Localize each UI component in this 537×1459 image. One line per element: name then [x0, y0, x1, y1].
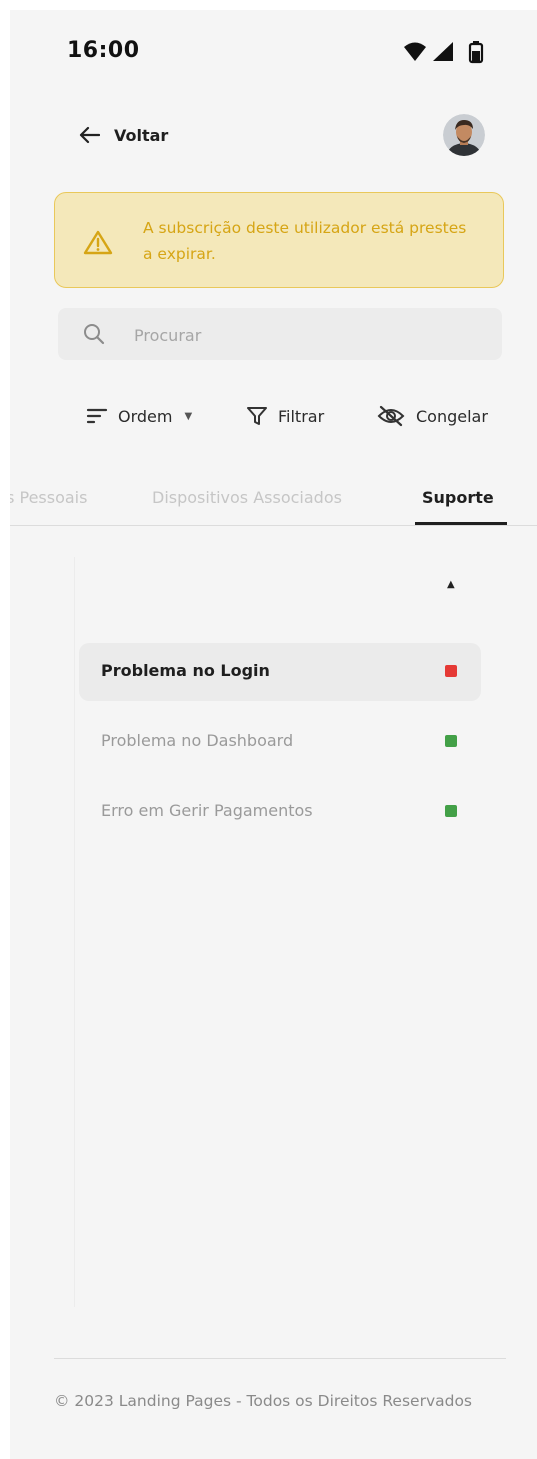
footer-divider [54, 1358, 506, 1359]
user-photo-icon [443, 114, 485, 156]
avatar[interactable] [443, 114, 485, 156]
freeze-label: Congelar [416, 406, 488, 426]
search-bar [58, 308, 502, 360]
freeze-button[interactable]: Congelar [376, 402, 537, 430]
filter-label: Filtrar [278, 406, 325, 426]
battery-icon [468, 41, 484, 64]
ticket-status-indicator [445, 665, 457, 677]
tab-support[interactable]: Suporte [422, 488, 494, 507]
support-tickets-panel: ▲ Problema no Login Problema no Dashboar… [74, 557, 481, 1307]
status-time: 16:00 [67, 38, 140, 63]
eye-off-icon [377, 405, 405, 427]
status-bar: 16:00 [10, 10, 537, 90]
subscription-warning-alert: A subscrição deste utilizador está prest… [54, 192, 504, 288]
active-tab-indicator [415, 522, 507, 525]
system-icons [404, 41, 484, 64]
ticket-title: Problema no Login [101, 661, 270, 680]
top-bar: Voltar [10, 106, 537, 166]
order-button[interactable]: Ordem ▼ [86, 402, 192, 430]
search-input[interactable] [132, 320, 476, 350]
back-label: Voltar [114, 125, 169, 145]
back-button[interactable]: Voltar [78, 120, 168, 150]
ticket-title: Erro em Gerir Pagamentos [101, 801, 313, 820]
ticket-item[interactable]: Problema no Login [79, 643, 481, 701]
filter-button[interactable]: Filtrar [246, 402, 324, 430]
tab-associated-devices[interactable]: Dispositivos Associados [152, 488, 342, 507]
phone-screen: 16:00 Voltar A subscrição deste utilizad… [10, 10, 537, 1459]
signal-icon [433, 42, 453, 61]
collapse-icon[interactable]: ▲ [447, 579, 455, 590]
caret-down-icon: ▼ [184, 410, 193, 422]
footer-copyright: © 2023 Landing Pages - Todos os Direitos… [54, 1392, 473, 1410]
ticket-title: Problema no Dashboard [101, 731, 294, 750]
ticket-item[interactable]: Problema no Dashboard [79, 713, 481, 771]
ticket-status-indicator [445, 805, 457, 817]
search-icon [84, 324, 105, 345]
tab-personal-data[interactable]: Dados Pessoais [10, 488, 87, 507]
arrow-left-icon [79, 126, 100, 144]
warning-icon [83, 230, 113, 255]
alert-message: A subscrição deste utilizador está prest… [143, 219, 467, 263]
ticket-status-indicator [445, 735, 457, 747]
wifi-icon [404, 42, 426, 61]
order-label: Ordem [118, 406, 173, 426]
filter-icon [247, 407, 267, 425]
toolbar: Ordem ▼ Filtrar Congelar [10, 390, 537, 440]
tab-bar: Dados Pessoais Dispositivos Associados S… [10, 470, 537, 526]
sort-icon [86, 408, 108, 424]
ticket-item[interactable]: Erro em Gerir Pagamentos [79, 783, 481, 841]
